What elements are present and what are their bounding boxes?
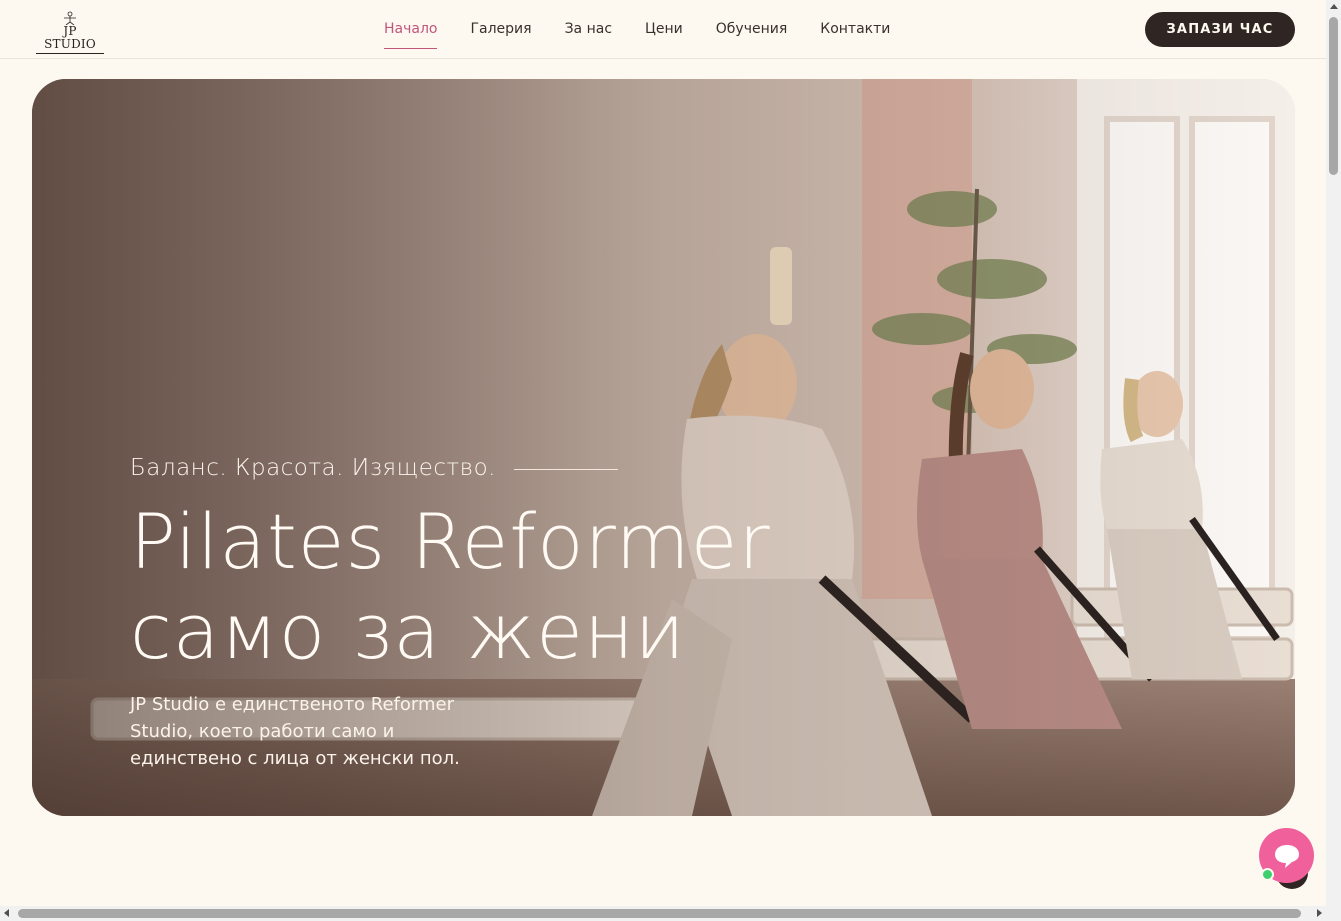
tagline-row: Баланс. Красота. Изящество. [130,455,771,481]
main-nav: Начало Галерия За нас Цени Обучения Конт… [384,0,923,59]
scroll-left-arrow-icon[interactable] [4,909,9,917]
vertical-scrollbar[interactable] [1326,0,1341,906]
nav-item-home[interactable]: Начало [384,19,438,49]
chat-bubble-icon [1274,844,1299,868]
horizontal-scroll-thumb[interactable] [18,909,1301,918]
online-status-dot [1261,868,1274,881]
nav-item-trainings[interactable]: Обучения [716,19,788,41]
hero-content: Баланс. Красота. Изящество. Pilates Refo… [130,455,771,772]
nav-item-contacts[interactable]: Контакти [820,19,890,41]
logo-figure-icon [64,11,76,25]
jp-studio-logo[interactable]: JP STUDIO [36,11,104,54]
hero-description: JP Studio е единственото Reformer Studio… [130,694,460,769]
hero-banner: Баланс. Красота. Изящество. Pilates Refo… [32,79,1295,816]
tagline-divider [513,468,618,470]
book-appointment-button[interactable]: ЗАПАЗИ ЧАС [1145,12,1295,47]
headline-line-2: само за жени [130,587,686,676]
horizontal-scrollbar[interactable] [0,906,1341,921]
logo-text: JP STUDIO [36,25,104,54]
site-header: JP STUDIO Начало Галерия За нас Цени Обу… [0,0,1326,59]
nav-item-about[interactable]: За нас [565,19,612,41]
scroll-up-arrow-icon[interactable] [1330,4,1338,9]
scroll-right-arrow-icon[interactable] [1317,909,1322,917]
hero-headline: Pilates Reformer само за жени [130,497,771,677]
hero-tagline: Баланс. Красота. Изящество. [130,455,496,481]
nav-item-gallery[interactable]: Галерия [470,19,531,41]
headline-line-1: Pilates Reformer [130,497,771,586]
nav-item-prices[interactable]: Цени [645,19,683,41]
vertical-scroll-thumb[interactable] [1329,17,1338,175]
